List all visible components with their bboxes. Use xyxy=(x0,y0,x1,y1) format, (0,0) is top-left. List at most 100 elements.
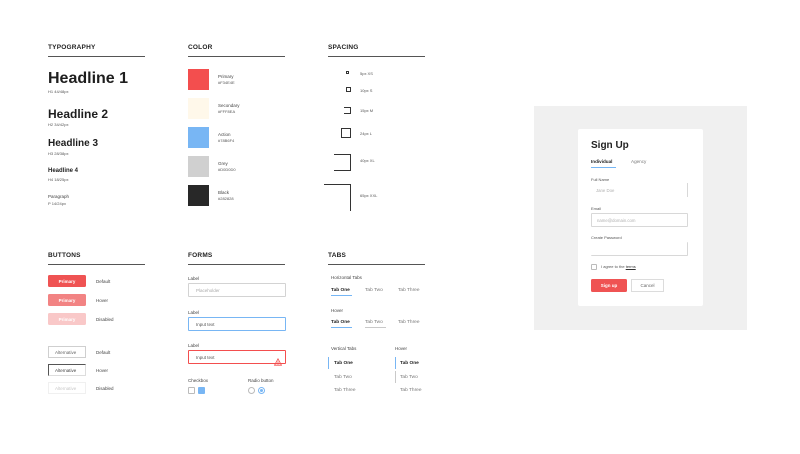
alternative-button-default[interactable]: Alternative xyxy=(48,346,86,358)
headline-1-spec: H1 44/48px xyxy=(48,89,69,94)
typography-divider xyxy=(48,56,145,57)
htab-two[interactable]: Tab Two xyxy=(365,288,383,293)
spacing-label-m: 15px M xyxy=(360,108,374,113)
full-name-input[interactable]: Jane Doe xyxy=(591,183,688,197)
color-swatch-secondary xyxy=(188,98,209,119)
color-divider xyxy=(188,56,285,57)
vtab-three[interactable]: Tab Three xyxy=(334,388,356,393)
color-hex-black: #282828 xyxy=(218,196,234,201)
text-input-focused[interactable]: Input text xyxy=(188,317,286,331)
tabs-section-title: TABS xyxy=(328,252,347,259)
email-input[interactable]: name@domain.com xyxy=(591,213,688,227)
typography-section-title: TYPOGRAPHY xyxy=(48,44,96,51)
color-swatch-action xyxy=(188,127,209,148)
vtab-hover-two[interactable]: Tab Two xyxy=(400,375,418,380)
htab-hover-one-underline xyxy=(331,327,352,329)
text-input-placeholder[interactable]: Placeholder xyxy=(188,283,286,297)
radio-selected[interactable] xyxy=(258,387,265,394)
color-swatch-grey xyxy=(188,156,209,177)
spacing-label-l: 24px L xyxy=(360,131,373,136)
htab-hover-two-underline xyxy=(365,327,386,329)
spacing-divider xyxy=(328,56,425,57)
field-label-placeholder: Label xyxy=(188,276,200,281)
horizontal-hover-title: Hover xyxy=(331,308,344,313)
button-state-default: Default xyxy=(96,279,111,284)
spacing-label-xl: 40px XL xyxy=(360,158,375,163)
warning-icon xyxy=(273,353,283,366)
spacing-section-title: SPACING xyxy=(328,44,359,51)
button-state-hover: Hover xyxy=(96,298,109,303)
spacing-square-m xyxy=(344,107,351,114)
headline-4-spec: H4 18/25px xyxy=(48,177,69,182)
signup-title: Sign Up xyxy=(591,140,629,151)
tabs-divider xyxy=(328,264,425,265)
radio-unselected[interactable] xyxy=(248,387,255,394)
checkbox-unchecked[interactable] xyxy=(188,387,195,394)
radio-label: Radio button xyxy=(248,378,274,383)
htab-hover-three[interactable]: Tab Three xyxy=(398,320,420,325)
vtab-one[interactable]: Tab One xyxy=(334,361,353,366)
alt-button-state-default: Default xyxy=(96,350,111,355)
card-tab-individual[interactable]: Individual xyxy=(591,159,612,164)
headline-1-sample: Headline 1 xyxy=(48,70,129,87)
spacing-label-s: 10px S xyxy=(360,88,373,93)
vtab-hover-bar xyxy=(395,371,397,383)
password-label: Create Password xyxy=(591,235,622,240)
color-name-grey: Grey xyxy=(218,161,228,166)
spacing-label-xs: 5px XS xyxy=(360,71,373,76)
button-state-disabled: Disabled xyxy=(96,317,114,322)
checkbox-label: Checkbox xyxy=(188,378,209,383)
buttons-section-title: BUTTONS xyxy=(48,252,81,259)
vertical-tabs-title: Vertical Tabs xyxy=(331,346,357,351)
checkbox-checked[interactable] xyxy=(198,387,205,399)
vtab-hover-one[interactable]: Tab One xyxy=(400,361,419,366)
agree-text: I agree to the terms xyxy=(601,264,636,269)
alt-button-state-hover: Hover xyxy=(96,368,109,373)
forms-section-title: FORMS xyxy=(188,252,213,259)
htab-hover-two[interactable]: Tab Two xyxy=(365,320,383,325)
text-input-error[interactable]: Input text xyxy=(188,350,286,364)
color-hex-grey: #D0D0D0 xyxy=(218,167,236,172)
color-name-secondary: Secondary xyxy=(218,103,240,108)
cancel-button[interactable]: Cancel xyxy=(631,279,664,292)
forms-divider xyxy=(188,264,285,265)
terms-link[interactable]: terms xyxy=(626,264,636,269)
vtab-active-bar xyxy=(328,357,330,369)
vertical-hover-title: Hover xyxy=(395,346,408,351)
horizontal-tabs-title: Horizontal Tabs xyxy=(331,275,362,280)
spacing-square-s xyxy=(346,87,351,92)
field-label-error: Label xyxy=(188,343,200,348)
spacing-square-xxl xyxy=(324,184,351,211)
color-hex-secondary: #FFF8EA xyxy=(218,109,236,114)
htab-one[interactable]: Tab One xyxy=(331,288,350,293)
primary-button-default[interactable]: Primary xyxy=(48,275,86,287)
htab-one-underline xyxy=(331,295,352,297)
spacing-square-l xyxy=(341,128,351,138)
htab-three[interactable]: Tab Three xyxy=(398,288,420,293)
htab-hover-one[interactable]: Tab One xyxy=(331,320,350,325)
vtab-two[interactable]: Tab Two xyxy=(334,375,352,380)
headline-2-spec: H2 34/42px xyxy=(48,122,69,127)
color-name-primary: Primary xyxy=(218,74,234,79)
paragraph-sample: Paragraph xyxy=(48,194,70,199)
field-label-focused: Label xyxy=(188,310,200,315)
spacing-square-xs xyxy=(346,71,349,74)
alternative-button-hover[interactable]: Alternative xyxy=(48,364,86,376)
vtab-hover-three[interactable]: Tab Three xyxy=(400,388,422,393)
radio-dot xyxy=(259,388,264,393)
agree-checkbox[interactable] xyxy=(591,264,597,270)
headline-2-sample: Headline 2 xyxy=(48,107,109,121)
primary-button-hover[interactable]: Primary xyxy=(48,294,86,306)
card-tab-agency[interactable]: Agency xyxy=(631,159,646,164)
error-input-value: Input text xyxy=(196,354,215,360)
spacing-label-xxl: 65px XXL xyxy=(360,193,378,198)
color-name-action: Action xyxy=(218,132,231,137)
password-input[interactable] xyxy=(591,242,688,256)
color-section-title: COLOR xyxy=(188,44,213,51)
signup-button[interactable]: Sign up xyxy=(591,279,627,292)
vtab-hover-active-bar xyxy=(395,357,397,369)
color-hex-primary: #F34E4E xyxy=(218,80,235,85)
headline-3-spec: H3 28/38px xyxy=(48,151,69,156)
agree-prefix: I agree to the xyxy=(601,264,625,269)
alternative-button-disabled: Alternative xyxy=(48,382,86,394)
